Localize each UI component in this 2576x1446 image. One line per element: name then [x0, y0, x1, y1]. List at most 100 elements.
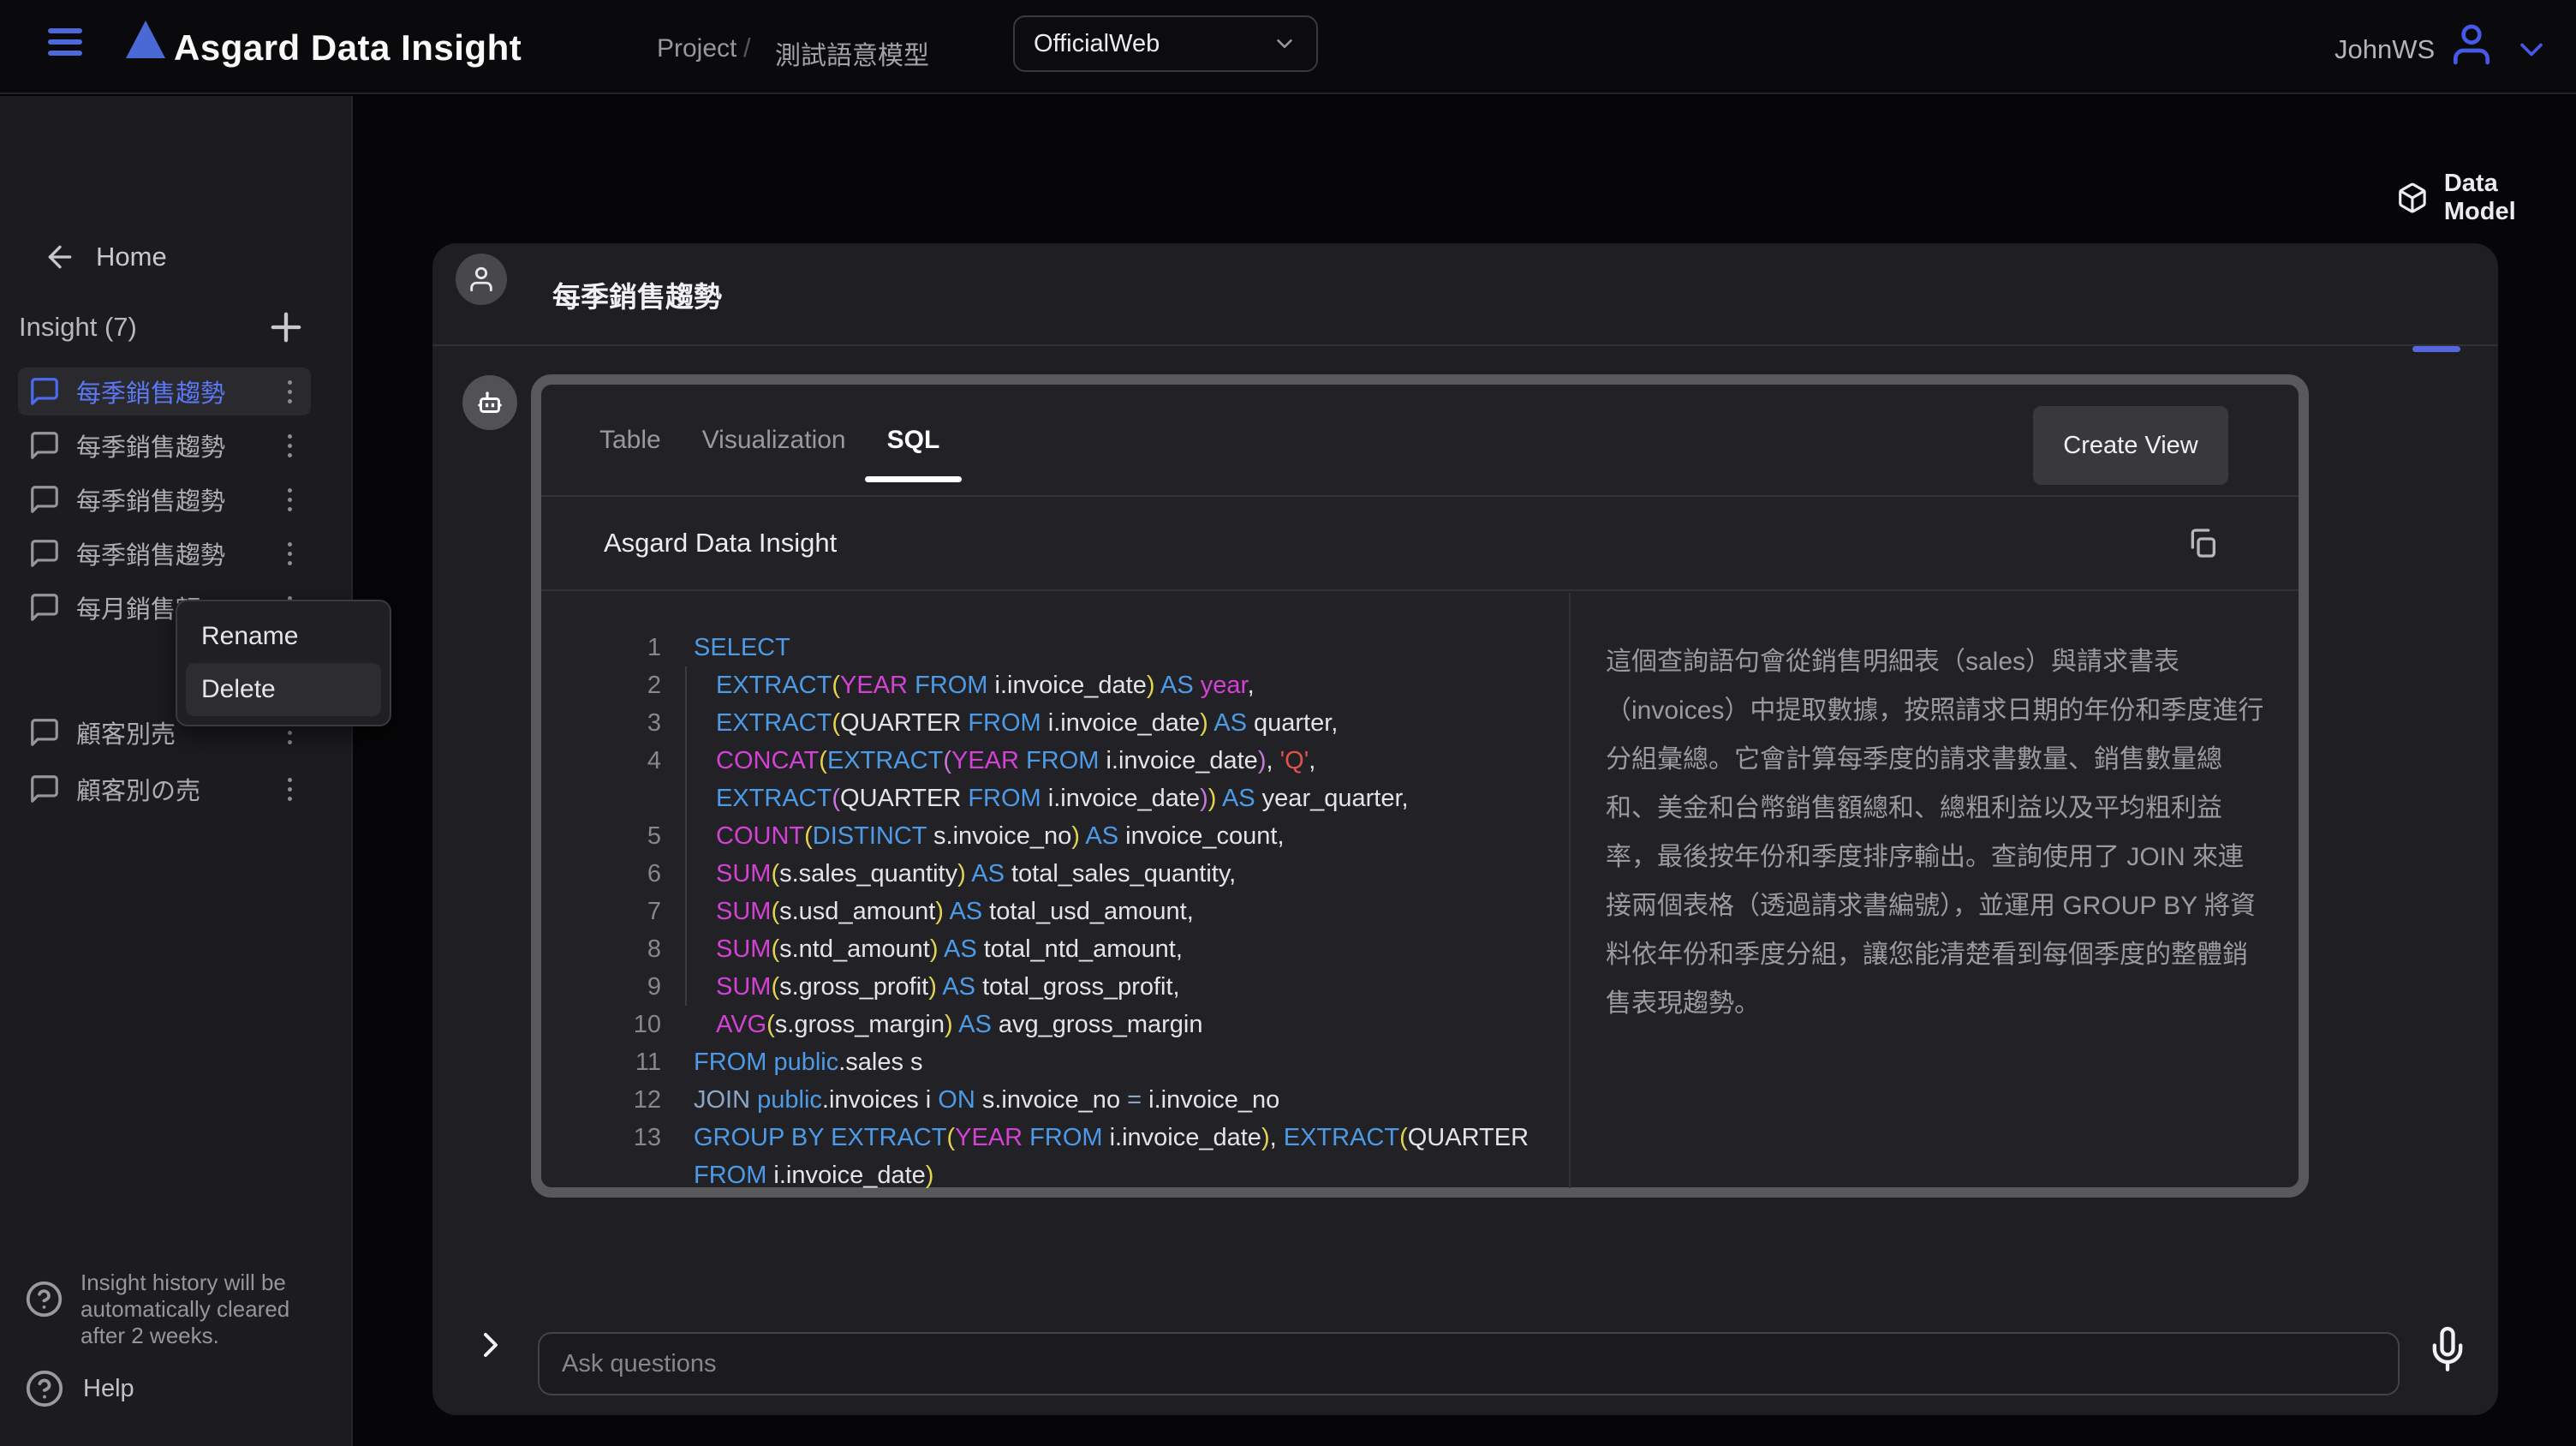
chat-bubble-icon — [28, 429, 61, 462]
line-number: 12 — [541, 1081, 689, 1119]
help-button[interactable]: Help — [25, 1369, 134, 1408]
line-number: 8 — [541, 930, 689, 968]
chat-bubble-icon — [28, 375, 61, 408]
ask-questions-input[interactable] — [538, 1332, 2400, 1395]
insight-item-label: 每季銷售趨勢 — [76, 535, 275, 571]
line-number: 5 — [541, 817, 689, 855]
sql-code-line: 1SELECT — [541, 629, 1569, 666]
context-menu-item-delete[interactable]: Delete — [186, 663, 381, 716]
item-kebab-menu-icon[interactable] — [275, 427, 304, 464]
expand-chevron-icon[interactable] — [470, 1324, 511, 1365]
line-number: 10 — [541, 1006, 689, 1043]
sql-code-line: 13GROUP BY EXTRACT(YEAR FROM i.invoice_d… — [541, 1119, 1569, 1188]
data-model-button[interactable]: Data Model — [2396, 170, 2576, 226]
user-icon[interactable] — [2448, 21, 2496, 69]
sql-code-line: 2EXTRACT(YEAR FROM i.invoice_date) AS ye… — [541, 666, 1569, 704]
breadcrumb-page[interactable]: 測試語意模型 — [775, 34, 929, 72]
microphone-icon[interactable] — [2425, 1324, 2470, 1377]
app-root: Asgard Data Insight Project / 測試語意模型 Off… — [0, 0, 2576, 1446]
chat-title: 每季銷售趨勢 — [552, 274, 722, 315]
chevron-down-icon — [1272, 31, 1297, 57]
sidebar: Home Insight (7) 每季銷售趨勢每季銷售趨勢每季銷售趨勢每季銷售趨… — [0, 96, 353, 1446]
tab-table[interactable]: Table — [599, 384, 661, 496]
item-kebab-menu-icon[interactable] — [275, 770, 304, 808]
sql-code: 1SELECT2EXTRACT(YEAR FROM i.invoice_date… — [541, 593, 1569, 1188]
data-model-cube-icon — [2396, 182, 2429, 214]
sql-code-line: 8SUM(s.ntd_amount) AS total_ntd_amount, — [541, 930, 1569, 968]
sql-code-line: 5COUNT(DISTINCT s.invoice_no) AS invoice… — [541, 817, 1569, 855]
chat-bubble-icon — [28, 591, 61, 624]
chat-bubble-icon — [28, 483, 61, 516]
info-question-icon — [25, 1280, 63, 1318]
line-number: 7 — [541, 893, 689, 930]
copy-icon[interactable] — [2185, 526, 2220, 560]
help-icon — [25, 1369, 64, 1408]
sql-code-line: 4CONCAT(EXTRACT(YEAR FROM i.invoice_date… — [541, 742, 1569, 817]
data-model-label: Data Model — [2444, 170, 2576, 226]
breadcrumb-project[interactable]: Project — [657, 34, 736, 63]
project-select-dropdown[interactable]: OfficialWeb — [1013, 15, 1318, 72]
username: JohnWS — [2334, 34, 2435, 65]
scroll-indicator[interactable] — [2412, 346, 2460, 352]
context-menu: RenameDelete — [176, 600, 391, 726]
person-icon — [467, 265, 496, 294]
chat-bubble-icon — [28, 716, 61, 749]
sql-code-line: 6SUM(s.sales_quantity) AS total_sales_qu… — [541, 855, 1569, 893]
line-number: 4 — [541, 742, 689, 817]
home-button[interactable]: Home — [43, 240, 167, 274]
insight-item-label: 每季銷售趨勢 — [76, 373, 275, 409]
line-number: 2 — [541, 666, 689, 704]
sql-code-line: 10AVG(s.gross_margin) AS avg_gross_margi… — [541, 1006, 1569, 1043]
line-number: 13 — [541, 1119, 689, 1188]
sidebar-insight-item[interactable]: 每季銷售趨勢 — [18, 421, 311, 469]
header-divider — [432, 344, 2498, 346]
tab-visualization[interactable]: Visualization — [702, 384, 846, 496]
assistant-avatar — [462, 375, 517, 430]
history-note-text: Insight history will be automatically cl… — [80, 1270, 296, 1349]
card-header: Asgard Data Insight — [541, 497, 2299, 591]
indent-guide — [685, 666, 687, 1006]
sidebar-insight-item[interactable]: 每季銷售趨勢 — [18, 367, 311, 415]
card-header-title: Asgard Data Insight — [604, 528, 837, 559]
item-kebab-menu-icon[interactable] — [275, 535, 304, 572]
line-number: 1 — [541, 629, 689, 666]
item-kebab-menu-icon[interactable] — [275, 373, 304, 410]
insight-count-label: Insight (7) — [19, 312, 137, 343]
line-number: 11 — [541, 1043, 689, 1081]
topbar: Asgard Data Insight Project / 測試語意模型 Off… — [0, 0, 2576, 94]
arrow-left-icon — [43, 240, 77, 274]
add-insight-button[interactable] — [264, 305, 308, 350]
sql-description: 這個查詢語句會從銷售明細表（sales）與請求書表（invoices）中提取數據… — [1606, 637, 2267, 1028]
project-select-value: OfficialWeb — [1034, 30, 1272, 58]
app-title: Asgard Data Insight — [174, 27, 522, 69]
sidebar-insight-item[interactable]: 每季銷售趨勢 — [18, 529, 311, 577]
context-menu-item-rename[interactable]: Rename — [186, 610, 381, 663]
menu-icon[interactable] — [48, 28, 82, 57]
user-menu-chevron-icon[interactable] — [2513, 31, 2550, 69]
sql-code-line: 9SUM(s.gross_profit) AS total_gross_prof… — [541, 968, 1569, 1006]
chat-bubble-icon — [28, 773, 61, 805]
sidebar-insight-item[interactable]: 每季銷售趨勢 — [18, 475, 311, 523]
insight-item-label: 顧客別の売 — [76, 771, 275, 807]
line-number: 9 — [541, 968, 689, 1006]
chat-panel: 每季銷售趨勢 Table Visualization SQL Create View… — [432, 243, 2498, 1415]
line-number: 3 — [541, 704, 689, 742]
breadcrumb-separator: / — [743, 33, 751, 63]
insight-list: 每季銷售趨勢每季銷售趨勢每季銷售趨勢每季銷售趨勢每月銷售額顧客別売顧客別の売 — [18, 367, 311, 819]
sidebar-insight-item[interactable]: 顧客別の売 — [18, 765, 311, 813]
sql-code-line: 12JOIN public.invoices i ON s.invoice_no… — [541, 1081, 1569, 1119]
card-body: 1SELECT2EXTRACT(YEAR FROM i.invoice_date… — [541, 593, 2299, 1188]
help-label: Help — [83, 1375, 134, 1403]
sql-result-card: Table Visualization SQL Create View Asgard… — [531, 374, 2309, 1198]
create-view-button[interactable]: Create View — [2033, 406, 2228, 485]
history-note: Insight history will be automatically cl… — [25, 1270, 307, 1349]
main-area: Data Model 每季銷售趨勢 TableVisualizatio — [355, 96, 2576, 1446]
app-logo-icon — [126, 21, 165, 58]
code-description-divider — [1569, 593, 1571, 1188]
sql-code-line: 11FROM public.sales s — [541, 1043, 1569, 1081]
home-label: Home — [96, 242, 167, 272]
item-kebab-menu-icon[interactable] — [275, 481, 304, 518]
line-number: 6 — [541, 855, 689, 893]
user-avatar — [456, 254, 507, 305]
tab-sql[interactable]: SQL — [887, 384, 940, 496]
